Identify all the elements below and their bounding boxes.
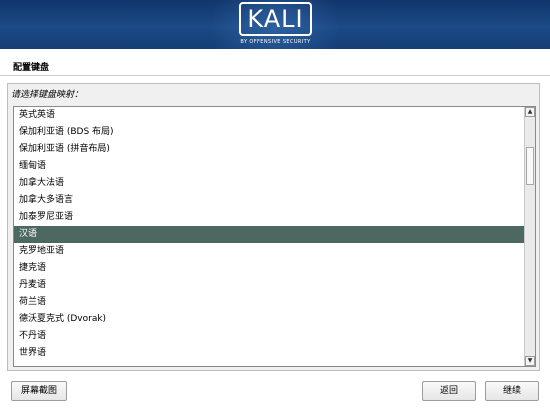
scroll-thumb[interactable] [526,147,534,185]
header-divider [0,75,550,76]
scroll-down-icon[interactable]: ▼ [525,356,535,366]
keymap-option[interactable]: 保加利亚语 (BDS 布局) [14,124,525,141]
keymap-option[interactable]: 世界语 [14,345,525,362]
keymap-option[interactable]: 缅甸语 [14,158,525,175]
keymap-option[interactable]: 克罗地亚语 [14,243,525,260]
keymap-listbox[interactable]: 英式英语 保加利亚语 (BDS 布局) 保加利亚语 (拼音布局) 缅甸语 加拿大法语 加拿… [13,106,536,367]
kali-logo: KALI [239,2,312,36]
page-title: 配置键盘 [13,63,50,73]
keymap-option[interactable]: 英式英语 [14,107,525,124]
back-button[interactable]: 返回 [422,381,476,401]
logo-text: KALI [247,5,304,33]
keymap-option[interactable]: 汉语 [14,226,525,243]
screenshot-button[interactable]: 屏幕截图 [11,381,67,401]
keymap-option[interactable]: 丹麦语 [14,277,525,294]
keymap-option[interactable]: 加泰罗尼亚语 [14,209,525,226]
header-banner: KALI BY OFFENSIVE SECURITY [0,0,550,49]
keymap-list[interactable]: 英式英语 保加利亚语 (BDS 布局) 保加利亚语 (拼音布局) 缅甸语 加拿大法语 加拿… [14,107,525,366]
keymap-option[interactable]: 捷克语 [14,260,525,277]
keymap-option[interactable]: 加拿大多语言 [14,192,525,209]
keymap-option[interactable]: 保加利亚语 (拼音布局) [14,141,525,158]
logo-subtitle: BY OFFENSIVE SECURITY [240,39,311,45]
scroll-up-icon[interactable]: ▲ [525,107,535,117]
keymap-option[interactable]: 德沃夏克式 (Dvorak) [14,311,525,328]
keymap-option[interactable]: 不丹语 [14,328,525,345]
keymap-option[interactable]: 荷兰语 [14,294,525,311]
continue-button[interactable]: 继续 [485,381,539,401]
keymap-option[interactable]: 加拿大法语 [14,175,525,192]
list-prompt: 请选择键盘映射： [11,90,84,100]
list-scrollbar[interactable]: ▲ ▼ [524,107,535,366]
